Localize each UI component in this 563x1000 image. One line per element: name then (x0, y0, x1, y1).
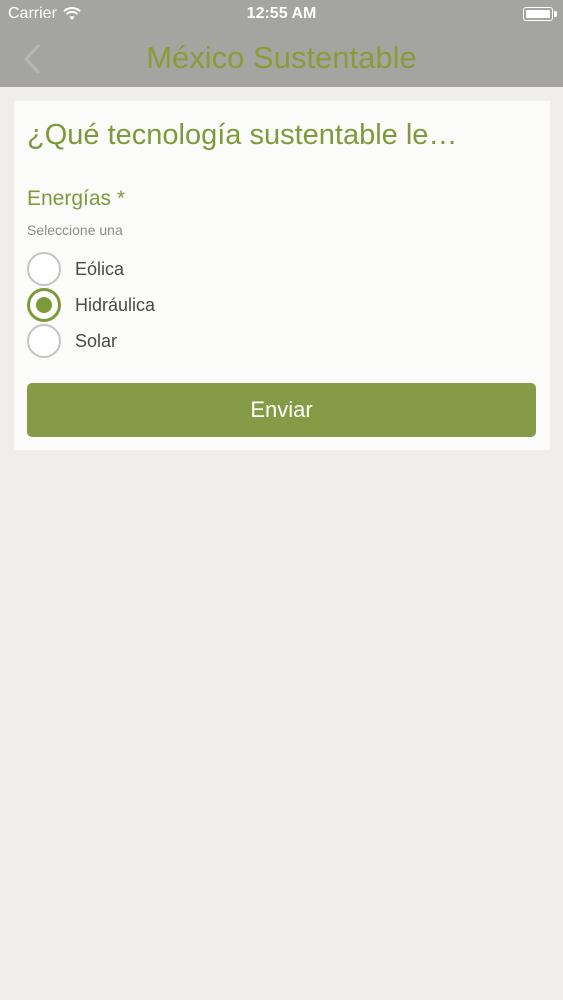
status-bar: Carrier 12:55 AM (0, 0, 563, 30)
survey-card: ¿Qué tecnología sustentable le… Energías… (14, 101, 550, 450)
page-title: México Sustentable (146, 40, 417, 75)
battery-icon (523, 7, 557, 21)
option-label: Eólica (75, 258, 125, 279)
field-label: Energías * (27, 187, 126, 210)
radio-hidraulica[interactable] (27, 288, 61, 322)
navigation-bar: México Sustentable (0, 30, 563, 87)
radio-eolica[interactable] (27, 252, 61, 286)
battery-level (526, 10, 550, 18)
question-title: ¿Qué tecnología sustentable le… (27, 119, 458, 151)
option-eolica[interactable]: Eólica (27, 252, 124, 286)
field-hint: Seleccione una (27, 222, 123, 238)
radio-solar[interactable] (27, 324, 61, 358)
option-label: Solar (75, 330, 118, 351)
submit-button[interactable]: Enviar (27, 383, 536, 437)
option-label: Hidráulica (75, 294, 156, 315)
option-hidraulica[interactable]: Hidráulica (27, 288, 155, 322)
option-solar[interactable]: Solar (27, 324, 117, 358)
status-time: 12:55 AM (246, 5, 317, 22)
